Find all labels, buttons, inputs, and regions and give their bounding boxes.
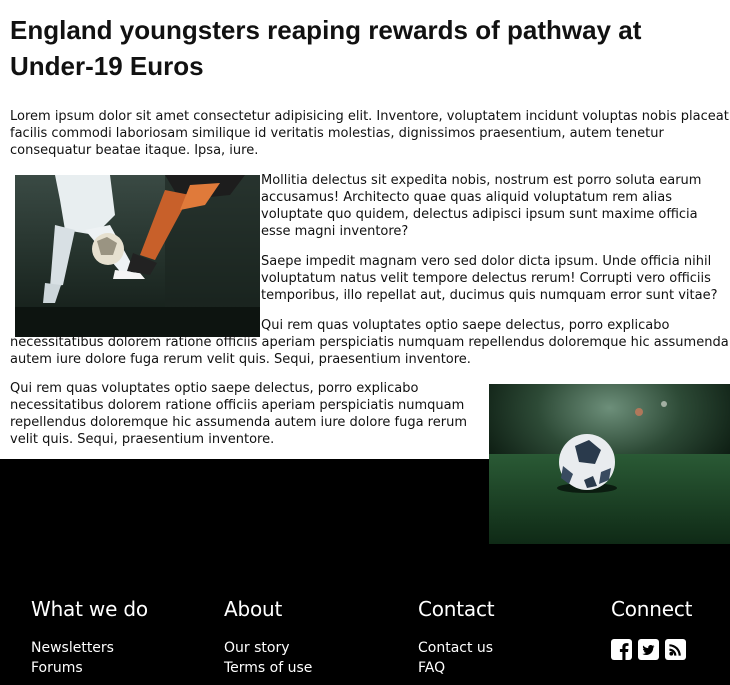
footer-link-faq[interactable]: FAQ [418,660,445,676]
rss-icon[interactable] [665,639,686,660]
footer-column-connect: Connect [611,596,692,660]
twitter-icon[interactable] [638,639,659,660]
footer-column-what-we-do: What we do Newsletters Forums [31,596,148,678]
footer-column-contact: Contact Contact us FAQ [418,596,495,678]
footer-link-newsletters[interactable]: Newsletters [31,640,114,656]
footer-link-forums[interactable]: Forums [31,660,83,676]
article-paragraph-1: Lorem ipsum dolor sit amet consectetur a… [10,109,729,158]
article-title: England youngsters reaping rewards of pa… [10,15,642,81]
footer-link-terms-of-use[interactable]: Terms of use [224,660,312,676]
article-paragraph-2: Mollitia delectus sit expedita nobis, no… [261,173,702,239]
footer-link-contact-us[interactable]: Contact us [418,640,493,656]
footer-column-about: About Our story Terms of use [224,596,312,678]
footer-heading-about: About [224,597,283,621]
facebook-icon[interactable] [611,639,632,660]
footer-heading-connect: Connect [611,597,693,621]
footer-heading-what-we-do: What we do [31,597,148,621]
football-players-image [15,175,260,337]
football-on-pitch-image [489,384,730,544]
article: England youngsters reaping rewards of pa… [10,0,730,447]
footer-heading-contact: Contact [418,597,495,621]
footer-link-our-story[interactable]: Our story [224,640,290,656]
article-paragraph-3: Saepe impedit magnam vero sed dolor dict… [261,254,718,303]
article-paragraph-4: Qui rem quas voluptates optio saepe dele… [10,318,729,367]
article-paragraph-5: Qui rem quas voluptates optio saepe dele… [10,381,467,447]
social-links [611,639,692,660]
